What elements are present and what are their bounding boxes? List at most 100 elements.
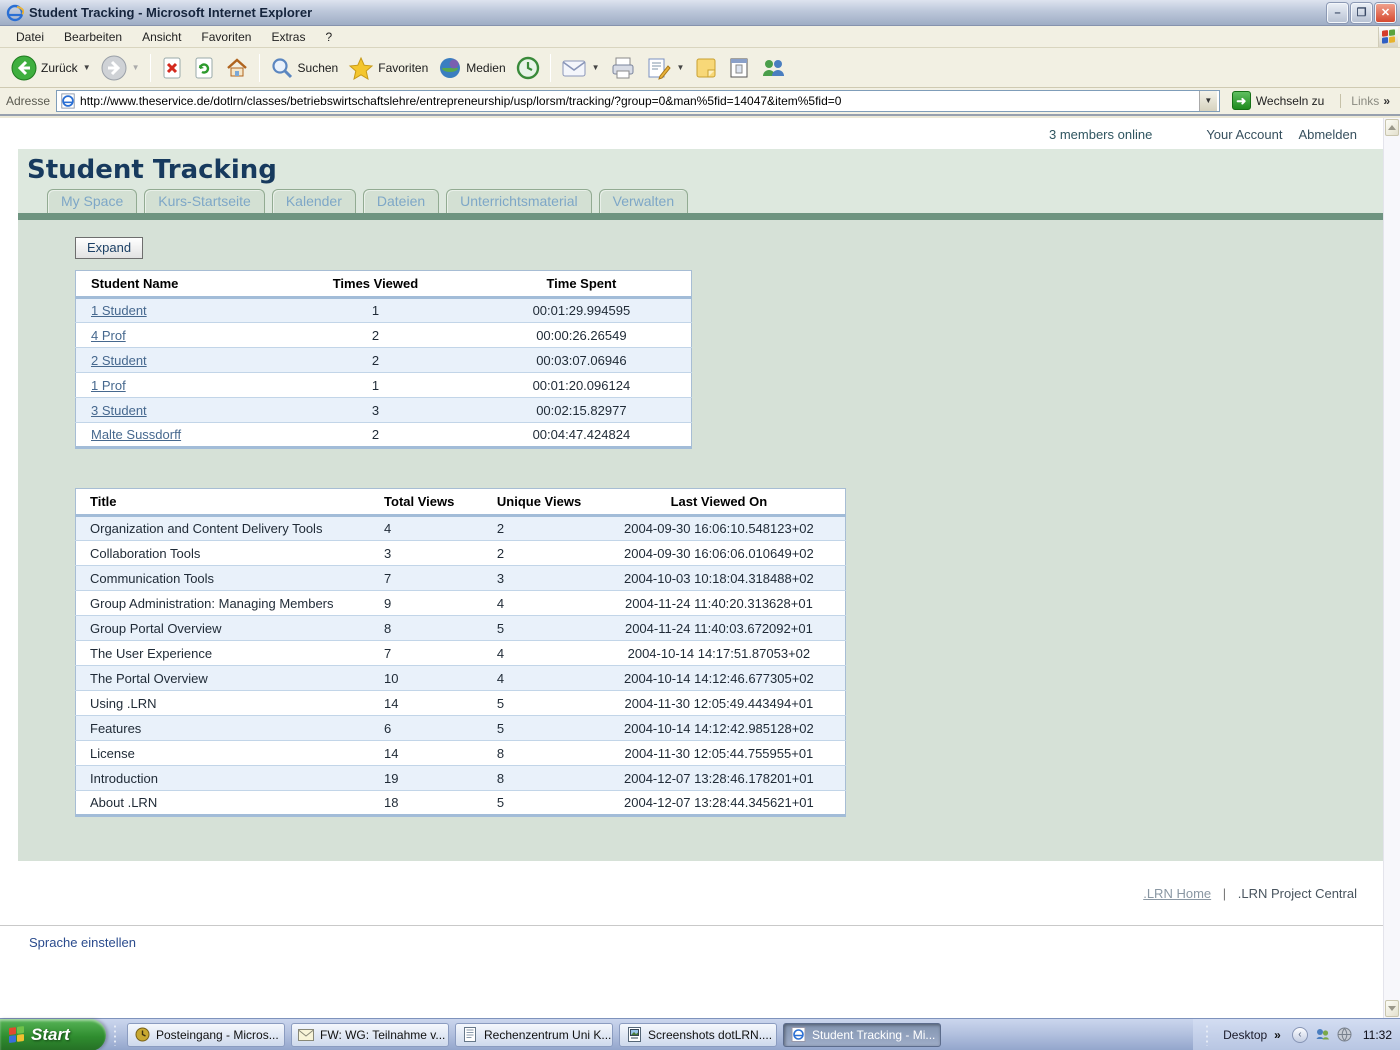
your-account-link[interactable]: Your Account bbox=[1206, 127, 1282, 142]
mail-dropdown-icon[interactable]: ▼ bbox=[592, 63, 600, 72]
time-spent-value: 00:00:26.26549 bbox=[472, 323, 692, 348]
forward-button[interactable]: ▼ bbox=[96, 52, 145, 84]
stop-button[interactable] bbox=[156, 53, 188, 83]
content-title: Collaboration Tools bbox=[76, 541, 368, 566]
column-header-times-viewed: Times Viewed bbox=[279, 271, 472, 298]
nav-tab[interactable]: My Space bbox=[47, 189, 137, 213]
forward-dropdown-icon[interactable]: ▼ bbox=[132, 63, 140, 72]
nav-tab[interactable]: Verwalten bbox=[599, 189, 688, 213]
footer-links: .LRN Home | .LRN Project Central bbox=[0, 861, 1383, 901]
unique-views-value: 4 bbox=[480, 591, 593, 616]
menu-datei[interactable]: Datei bbox=[6, 27, 54, 47]
logout-link[interactable]: Abmelden bbox=[1298, 127, 1357, 142]
unique-views-value: 4 bbox=[480, 666, 593, 691]
content-row: The User Experience 7 4 2004-10-14 14:17… bbox=[76, 641, 846, 666]
student-name-link[interactable]: 4 Prof bbox=[91, 328, 126, 343]
content-title: About .LRN bbox=[76, 791, 368, 816]
minimize-button[interactable]: – bbox=[1327, 3, 1348, 23]
hide-icons-button[interactable]: ‹ bbox=[1292, 1027, 1308, 1043]
favorites-star-icon bbox=[348, 56, 374, 80]
student-name-link[interactable]: 2 Student bbox=[91, 353, 147, 368]
refresh-button[interactable] bbox=[188, 53, 220, 83]
set-language-link[interactable]: Sprache einstellen bbox=[29, 935, 136, 950]
mail-button[interactable]: ▼ bbox=[556, 54, 605, 82]
history-button[interactable] bbox=[511, 53, 545, 83]
forward-icon bbox=[101, 55, 127, 81]
links-chevron-icon[interactable]: » bbox=[1383, 94, 1390, 108]
times-viewed-value: 3 bbox=[279, 398, 472, 423]
task-mail-message[interactable]: FW: WG: Teilnahme v... bbox=[291, 1023, 449, 1047]
content-title: Using .LRN bbox=[76, 691, 368, 716]
student-name-link[interactable]: Malte Sussdorff bbox=[91, 427, 181, 442]
windows-logo-icon bbox=[1378, 27, 1398, 47]
refresh-icon bbox=[193, 56, 215, 80]
nav-tab[interactable]: Kalender bbox=[272, 189, 356, 213]
content-row: Group Administration: Managing Members 9… bbox=[76, 591, 846, 616]
column-header-title: Title bbox=[76, 489, 368, 516]
network-tray-icon[interactable] bbox=[1337, 1027, 1352, 1042]
nav-tab[interactable]: Dateien bbox=[363, 189, 439, 213]
task-screenshots[interactable]: Screenshots dotLRN.... bbox=[619, 1023, 777, 1047]
back-dropdown-icon[interactable]: ▼ bbox=[83, 63, 91, 72]
tab-divider-bar bbox=[18, 213, 1383, 220]
content-row: Features 6 5 2004-10-14 14:12:42.985128+… bbox=[76, 716, 846, 741]
lrn-home-link[interactable]: .LRN Home bbox=[1143, 886, 1211, 901]
menu-ansicht[interactable]: Ansicht bbox=[132, 27, 191, 47]
notes-button[interactable] bbox=[689, 53, 723, 83]
taskbar-clock[interactable]: 11:32 bbox=[1363, 1028, 1392, 1042]
total-views-value: 14 bbox=[367, 691, 480, 716]
scroll-up-button[interactable] bbox=[1385, 119, 1399, 136]
back-button[interactable]: Zurück ▼ bbox=[6, 52, 96, 84]
desktop-chevron-icon[interactable]: » bbox=[1274, 1028, 1281, 1042]
lrn-project-central-link[interactable]: .LRN Project Central bbox=[1238, 886, 1357, 901]
student-name-link[interactable]: 1 Prof bbox=[91, 378, 126, 393]
edit-dropdown-icon[interactable]: ▼ bbox=[677, 63, 685, 72]
address-dropdown-icon[interactable]: ▼ bbox=[1199, 91, 1217, 111]
links-label[interactable]: Links bbox=[1340, 94, 1379, 108]
last-viewed-value: 2004-10-03 10:18:04.318488+02 bbox=[593, 566, 846, 591]
task-posteingang[interactable]: Posteingang - Micros... bbox=[127, 1023, 285, 1047]
favorites-button[interactable]: Favoriten bbox=[343, 53, 433, 83]
edit-button[interactable]: ▼ bbox=[641, 53, 690, 83]
print-icon bbox=[610, 56, 636, 80]
student-row: 1 Student 1 00:01:29.994595 bbox=[76, 298, 692, 323]
student-name-link[interactable]: 1 Student bbox=[91, 303, 147, 318]
vertical-scrollbar[interactable] bbox=[1383, 118, 1400, 1018]
desktop-toolbar-label[interactable]: Desktop bbox=[1223, 1028, 1267, 1042]
address-input[interactable]: http://www.theservice.de/dotlrn/classes/… bbox=[56, 90, 1220, 112]
start-button[interactable]: Start bbox=[0, 1019, 106, 1050]
student-row: 1 Prof 1 00:01:20.096124 bbox=[76, 373, 692, 398]
media-button[interactable]: Medien bbox=[433, 53, 510, 83]
taskbar-grip bbox=[113, 1024, 117, 1046]
home-button[interactable] bbox=[220, 53, 254, 83]
content-row: Introduction 19 8 2004-12-07 13:28:46.17… bbox=[76, 766, 846, 791]
content-title: License bbox=[76, 741, 368, 766]
search-button[interactable]: Suchen bbox=[265, 53, 344, 83]
go-button[interactable]: ➜ Wechseln zu bbox=[1226, 89, 1330, 112]
close-button[interactable]: ✕ bbox=[1375, 3, 1396, 23]
menu-hilfe[interactable]: ? bbox=[315, 27, 342, 47]
task-rechenzentrum[interactable]: Rechenzentrum Uni K... bbox=[455, 1023, 613, 1047]
menu-bearbeiten[interactable]: Bearbeiten bbox=[54, 27, 132, 47]
unique-views-value: 5 bbox=[480, 616, 593, 641]
task-student-tracking[interactable]: Student Tracking - Mi... bbox=[783, 1023, 941, 1047]
messenger-button[interactable] bbox=[755, 53, 791, 83]
menu-favoriten[interactable]: Favoriten bbox=[191, 27, 261, 47]
messenger-tray-icon[interactable] bbox=[1315, 1027, 1330, 1042]
student-name-link[interactable]: 3 Student bbox=[91, 403, 147, 418]
nav-tab[interactable]: Kurs-Startseite bbox=[144, 189, 265, 213]
last-viewed-value: 2004-12-07 13:28:44.345621+01 bbox=[593, 791, 846, 816]
time-spent-value: 00:04:47.424824 bbox=[472, 423, 692, 448]
content-row: About .LRN 18 5 2004-12-07 13:28:44.3456… bbox=[76, 791, 846, 816]
menu-extras[interactable]: Extras bbox=[261, 27, 315, 47]
media-label: Medien bbox=[466, 61, 505, 75]
print-button[interactable] bbox=[605, 53, 641, 83]
unique-views-value: 5 bbox=[480, 716, 593, 741]
title-bar: Student Tracking - Microsoft Internet Ex… bbox=[0, 0, 1400, 26]
restore-button[interactable]: ❐ bbox=[1351, 3, 1372, 23]
nav-tab[interactable]: Unterrichtsmaterial bbox=[446, 189, 591, 213]
expand-button[interactable]: Expand bbox=[75, 237, 143, 259]
toolbar-separator bbox=[150, 54, 151, 82]
scroll-down-button[interactable] bbox=[1385, 1000, 1399, 1017]
fullscreen-button[interactable] bbox=[723, 53, 755, 83]
